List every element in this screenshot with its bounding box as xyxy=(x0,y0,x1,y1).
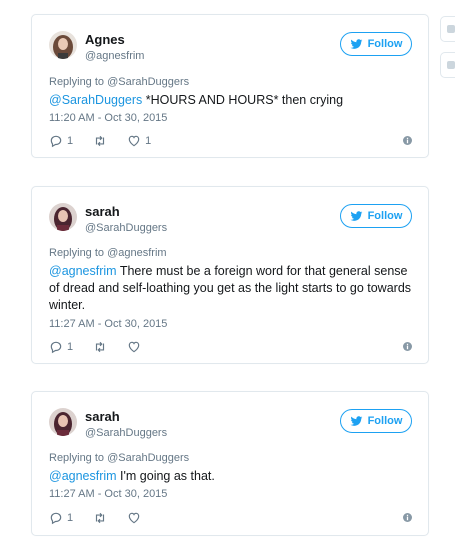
replying-to: Replying to @SarahDuggers xyxy=(49,452,190,464)
reply-count: 1 xyxy=(67,341,74,353)
mention-link[interactable]: @SarahDuggers xyxy=(49,93,142,107)
follow-button[interactable]: Follow xyxy=(340,409,412,433)
tweet-body: *HOURS AND HOURS* then crying xyxy=(142,93,344,107)
author-handle[interactable]: @SarahDuggers xyxy=(85,427,167,439)
reply-icon xyxy=(50,341,62,354)
tweet-card: Agnes @agnesfrim Follow Replying to @Sar… xyxy=(31,14,429,158)
reply-button[interactable]: 1 xyxy=(49,511,73,525)
author-name[interactable]: Agnes xyxy=(85,32,125,47)
author-name[interactable]: sarah xyxy=(85,409,120,424)
replying-to: Replying to @agnesfrim xyxy=(49,247,167,259)
retweet-icon xyxy=(96,135,105,147)
reply-button[interactable]: 1 xyxy=(49,340,73,354)
bird-icon xyxy=(350,38,363,49)
reply-count: 1 xyxy=(67,512,74,524)
replying-to: Replying to @SarahDuggers xyxy=(49,76,190,88)
reply-icon xyxy=(50,512,62,525)
tweet-card: sarah @SarahDuggers Follow Replying to @… xyxy=(31,391,429,536)
avatar[interactable] xyxy=(49,408,77,436)
retweet-button[interactable] xyxy=(93,511,107,525)
follow-label: Follow xyxy=(367,210,403,222)
retweet-icon xyxy=(96,341,105,353)
info-icon[interactable] xyxy=(403,513,412,522)
retweet-button[interactable] xyxy=(93,134,107,148)
author-handle[interactable]: @SarahDuggers xyxy=(85,222,167,234)
info-icon[interactable] xyxy=(403,136,412,145)
like-button[interactable] xyxy=(127,340,141,354)
reply-count: 1 xyxy=(67,135,74,147)
mention-link[interactable]: @agnesfrim xyxy=(49,264,117,278)
reply-icon xyxy=(50,135,62,148)
embed-icon xyxy=(447,61,455,69)
retweet-button[interactable] xyxy=(93,340,107,354)
tweet-card: sarah @SarahDuggers Follow Replying to @… xyxy=(31,186,429,364)
tweet-text: @agnesfrim I'm going as that. xyxy=(49,468,412,485)
like-button[interactable] xyxy=(127,511,141,525)
tweet-text: @agnesfrim There must be a foreign word … xyxy=(49,263,412,314)
info-icon[interactable] xyxy=(403,342,412,351)
action-bar: 1 1 xyxy=(49,133,412,149)
heart-icon xyxy=(128,135,140,147)
reply-button[interactable]: 1 xyxy=(49,134,73,148)
follow-label: Follow xyxy=(367,38,403,50)
retweet-icon xyxy=(96,512,105,524)
follow-button[interactable]: Follow xyxy=(340,204,412,228)
timestamp[interactable]: 11:20 AM - Oct 30, 2015 xyxy=(49,112,167,124)
action-bar: 1 xyxy=(49,339,412,355)
side-widget[interactable] xyxy=(440,16,455,42)
follow-label: Follow xyxy=(367,415,403,427)
tweet-body: I'm going as that. xyxy=(116,469,215,483)
like-count: 1 xyxy=(145,135,152,147)
author-handle[interactable]: @agnesfrim xyxy=(85,50,144,62)
action-bar: 1 xyxy=(49,510,412,526)
heart-icon xyxy=(128,512,140,524)
bird-icon xyxy=(350,415,363,426)
bird-icon xyxy=(350,210,363,221)
like-button[interactable]: 1 xyxy=(127,134,151,148)
comment-icon xyxy=(447,25,455,33)
side-widget[interactable] xyxy=(440,52,455,78)
follow-button[interactable]: Follow xyxy=(340,32,412,56)
mention-link[interactable]: @agnesfrim xyxy=(49,469,117,483)
heart-icon xyxy=(128,341,140,353)
tweet-text: @SarahDuggers *HOURS AND HOURS* then cry… xyxy=(49,92,412,109)
author-name[interactable]: sarah xyxy=(85,204,120,219)
timestamp[interactable]: 11:27 AM - Oct 30, 2015 xyxy=(49,318,167,330)
timestamp[interactable]: 11:27 AM - Oct 30, 2015 xyxy=(49,488,167,500)
avatar[interactable] xyxy=(49,203,77,231)
avatar[interactable] xyxy=(49,31,77,59)
